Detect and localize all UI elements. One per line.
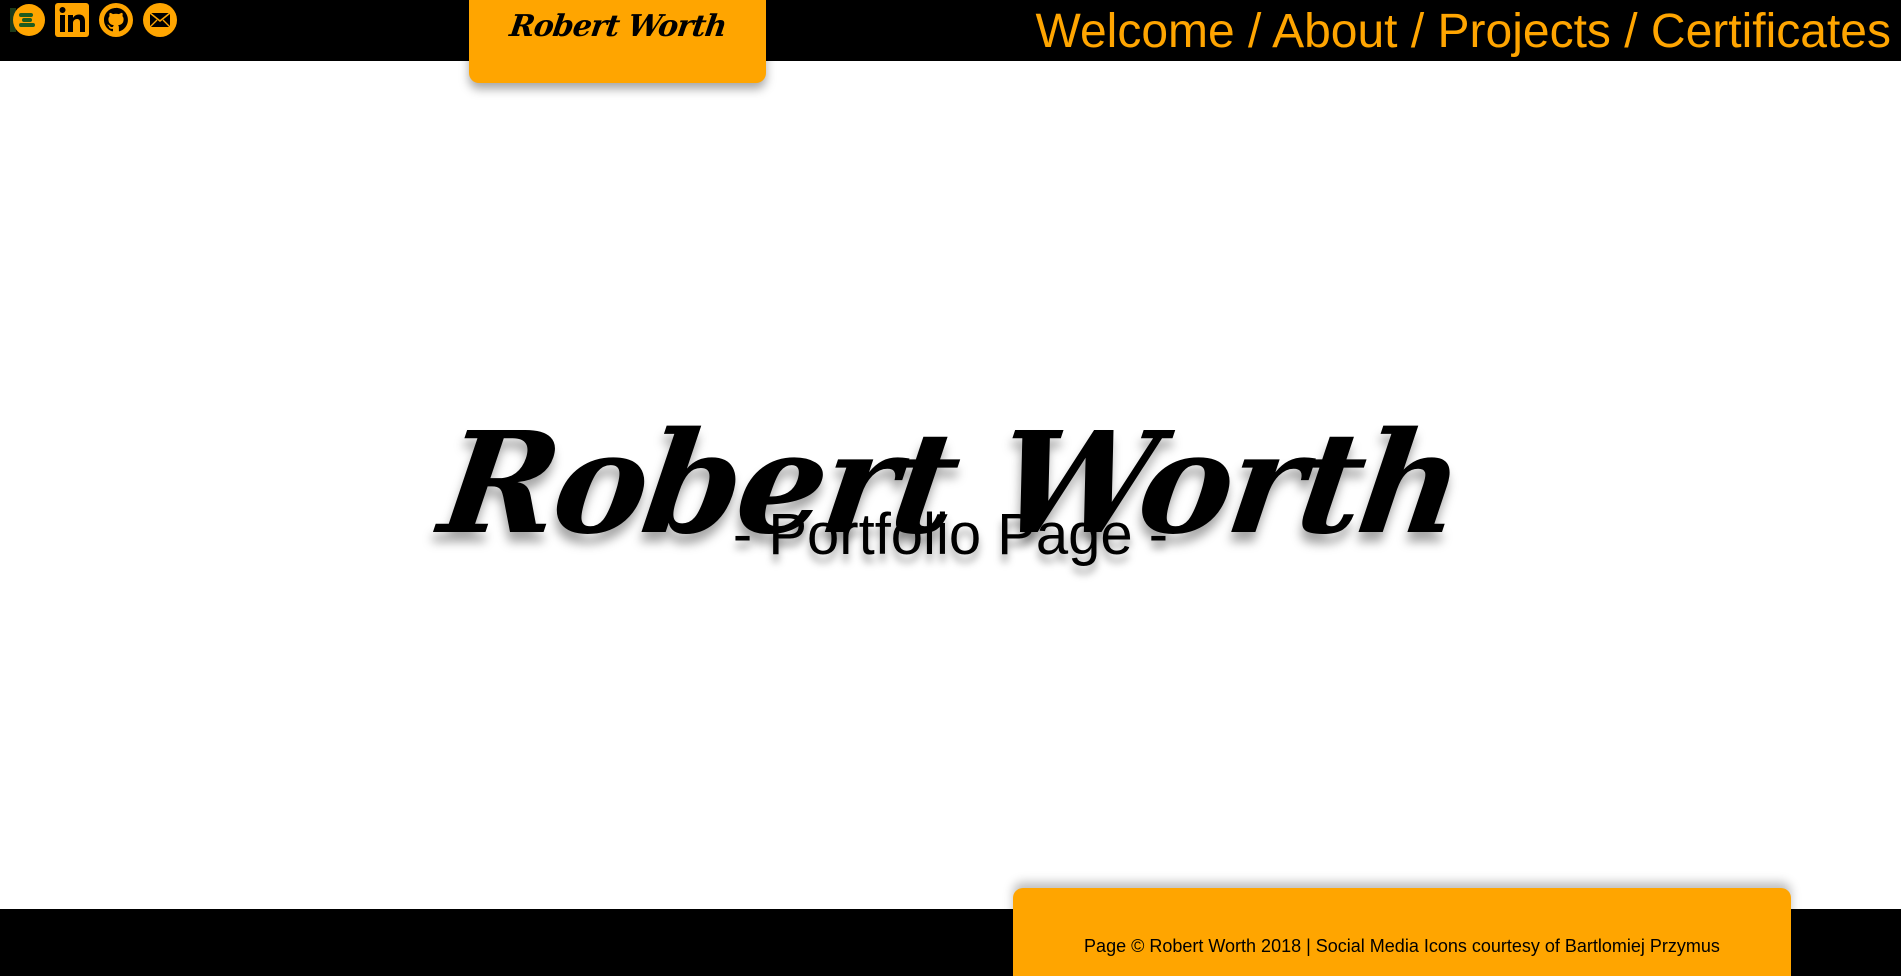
nav-separator: / bbox=[1234, 5, 1273, 58]
main-nav: Welcome / About / Projects / Certificate… bbox=[1036, 4, 1891, 60]
footer: Page © Robert Worth 2018 | Social Media … bbox=[1013, 888, 1791, 976]
freecodecamp-icon[interactable] bbox=[10, 2, 46, 38]
nav-separator: / bbox=[1610, 5, 1651, 58]
nav-projects[interactable]: Projects bbox=[1438, 5, 1611, 58]
nav-certificates[interactable]: Certificates bbox=[1651, 5, 1891, 58]
nav-welcome[interactable]: Welcome bbox=[1036, 5, 1235, 58]
social-icons bbox=[10, 2, 178, 38]
name-tab-label: Robert Worth bbox=[507, 9, 728, 44]
github-icon[interactable] bbox=[98, 2, 134, 38]
email-icon[interactable] bbox=[142, 2, 178, 38]
nav-separator: / bbox=[1397, 5, 1438, 58]
top-bar: Welcome / About / Projects / Certificate… bbox=[0, 0, 1901, 61]
footer-text: Page © Robert Worth 2018 | Social Media … bbox=[1084, 935, 1720, 956]
nav-about[interactable]: About bbox=[1272, 5, 1397, 58]
page: Welcome / About / Projects / Certificate… bbox=[0, 0, 1901, 976]
hero-subtitle: - Portfolio Page - bbox=[732, 502, 1169, 567]
linkedin-icon[interactable] bbox=[54, 2, 90, 38]
name-tab[interactable]: Robert Worth bbox=[469, 0, 766, 83]
